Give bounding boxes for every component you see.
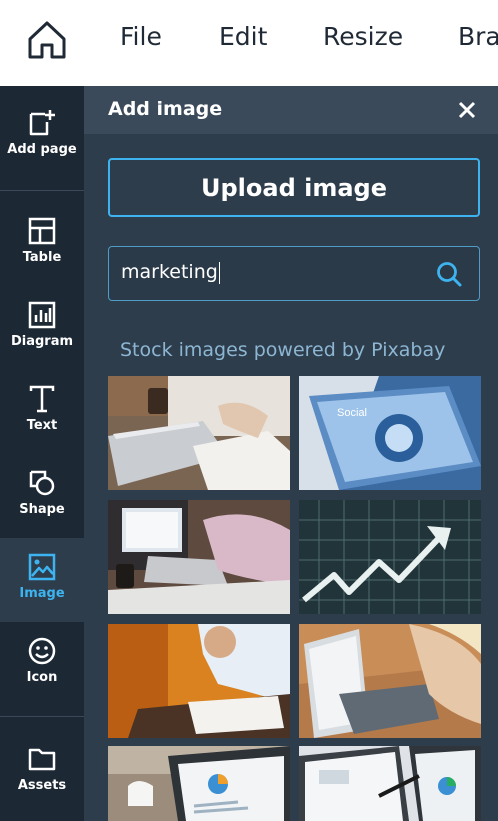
menu-edit[interactable]: Edit [219,22,267,51]
tool-label: Table [22,250,62,265]
stock-image-thumbnail[interactable] [299,746,481,821]
stock-image-thumbnail[interactable] [108,500,290,614]
stock-image-thumbnail[interactable] [299,624,481,738]
image-search-input[interactable]: marketing [108,246,480,301]
menu-brand[interactable]: Bra [458,22,498,51]
stock-image-thumbnail[interactable] [108,746,290,821]
search-icon[interactable] [435,260,463,288]
stock-image-thumbnail[interactable] [108,376,290,490]
tool-icon[interactable]: Icon [0,636,84,685]
tool-label: Text [26,418,58,433]
toolbar-divider [0,716,84,717]
panel-title: Add image [108,98,223,120]
image-icon [28,553,56,581]
menu-resize[interactable]: Resize [323,22,403,51]
stock-image-thumbnail[interactable]: Social [299,376,481,490]
left-toolbar: Add page Table Diagram Text Shape Image … [0,86,84,821]
panel-header: Add image [84,86,498,134]
top-menu-bar: File Edit Resize Bra [0,0,498,86]
tool-assets[interactable]: Assets [0,744,84,793]
stock-image-thumbnail[interactable] [108,624,290,738]
tool-text[interactable]: Text [0,384,84,433]
shape-icon [29,470,55,496]
stock-images-label: Stock images powered by Pixabay [120,339,446,361]
tool-diagram[interactable]: Diagram [0,300,84,349]
add-image-panel: Add image Upload image marketing Stock i… [84,86,498,821]
svg-text:Social: Social [337,407,367,419]
diagram-icon [28,301,56,329]
upload-image-button[interactable]: Upload image [108,158,480,217]
tool-add-page[interactable]: Add page [0,108,84,157]
tool-label: Shape [19,502,65,517]
toolbar-divider [0,190,84,191]
stock-image-thumbnail[interactable] [299,500,481,614]
search-input-value: marketing [121,261,218,283]
smiley-icon [28,637,56,665]
add-page-icon [29,110,55,136]
tool-image[interactable]: Image [0,538,84,622]
tool-label: Add page [7,142,77,157]
table-icon [28,217,56,245]
upload-button-label: Upload image [201,173,387,202]
menu-file[interactable]: File [120,22,162,51]
tool-label: Icon [26,670,58,685]
folder-icon [28,748,56,771]
text-icon [29,385,55,413]
tool-table[interactable]: Table [0,216,84,265]
tool-label: Assets [17,778,67,793]
tool-label: Diagram [10,334,74,349]
close-icon[interactable] [456,99,478,121]
tool-shape[interactable]: Shape [0,468,84,517]
home-icon[interactable] [26,19,68,61]
tool-label: Image [19,586,65,601]
text-caret [218,261,220,284]
